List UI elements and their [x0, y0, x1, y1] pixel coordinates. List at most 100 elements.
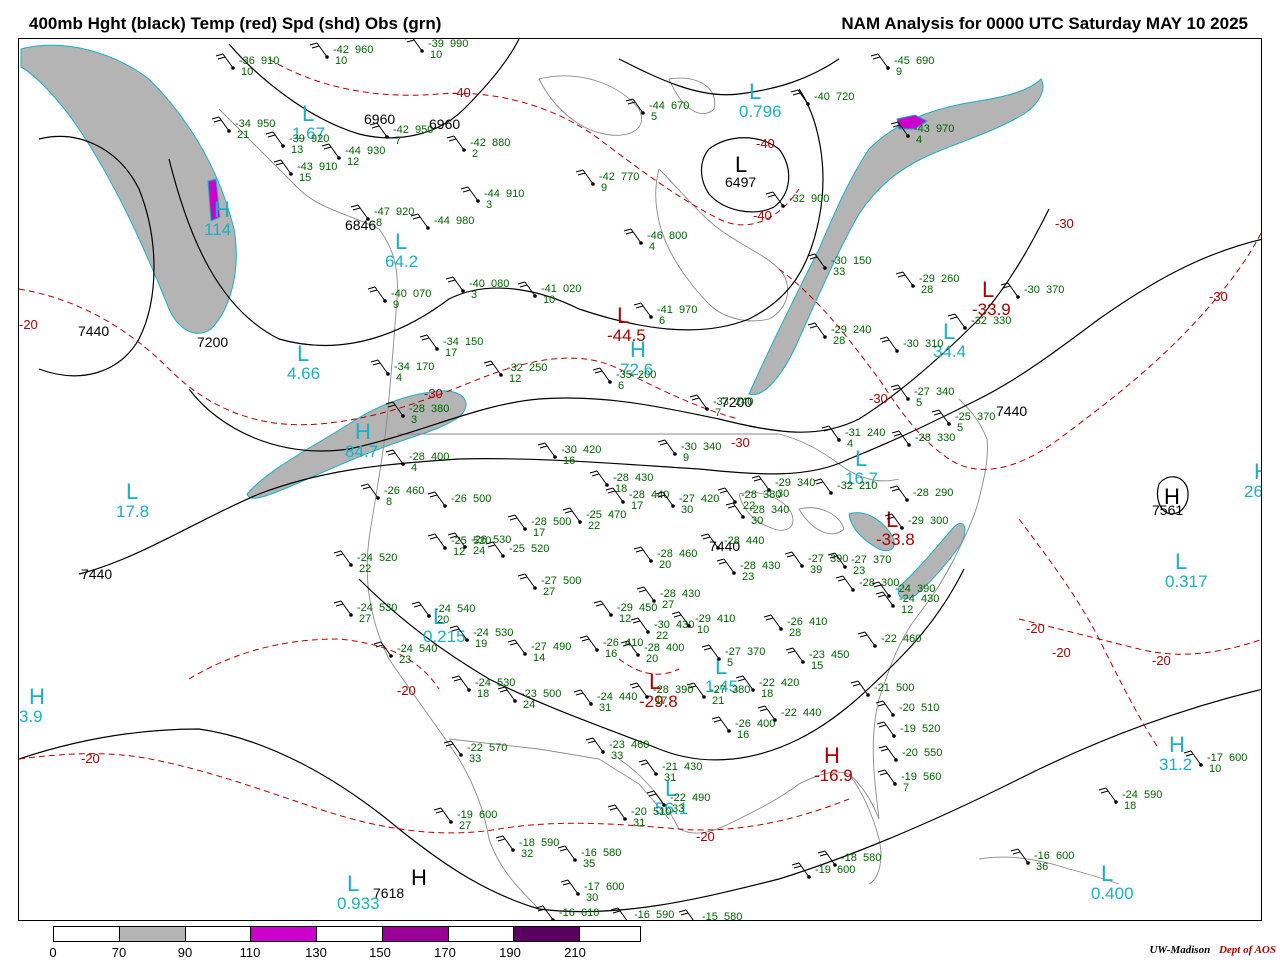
obs-dewpoint-depression: 10: [697, 624, 709, 636]
obs-dewpoint-depression: 7: [715, 407, 721, 419]
obs-dewpoint-depression: 19: [475, 638, 487, 650]
obs-height: 340: [771, 504, 789, 516]
station-obs: -46 8004: [623, 228, 687, 253]
station-obs: -42 96010: [309, 42, 373, 67]
station-observations: -36 91010-42 96010-39 99010-34 95021 -42 9507-…: [211, 39, 1247, 921]
pressure-center: L-44.5: [607, 303, 646, 345]
station-obs: -44 6705: [625, 98, 689, 123]
obs-height: 340: [936, 386, 954, 398]
wind-barb: [716, 558, 735, 574]
obs-temp: -15: [702, 911, 718, 921]
center-letter: H: [824, 743, 840, 768]
temp-minus40: [268, 58, 800, 226]
temp-label: -40: [452, 85, 471, 100]
center-letter: L: [982, 277, 994, 302]
obs-height: 910: [506, 188, 524, 200]
wind-barb: [419, 334, 438, 350]
station-obs: -28 34030: [725, 502, 789, 527]
station-obs: -39 99010: [405, 39, 468, 61]
obs-temp: -44: [434, 215, 450, 227]
center-letter: L: [302, 101, 314, 126]
obs-dewpoint-depression: 17: [631, 500, 643, 512]
wind-barb: [875, 591, 894, 607]
wind-barb: [623, 228, 642, 244]
obs-temp: -32: [837, 480, 853, 492]
obs-dewpoint-depression: 33: [469, 753, 481, 765]
obs-dewpoint-depression: 5: [727, 657, 733, 669]
pressure-center: H: [411, 865, 427, 890]
obs-dewpoint-depression: 22: [656, 630, 668, 642]
obs-dewpoint-depression: 20: [437, 614, 449, 626]
obs-dewpoint-depression: 12: [509, 373, 521, 385]
center-letter: L: [943, 319, 955, 344]
wind-barb: [537, 442, 556, 458]
wind-barb: [870, 53, 889, 69]
station-obs: -44 980: [410, 213, 474, 230]
obs-height: 300: [930, 515, 948, 527]
obs-height: 530: [497, 677, 515, 689]
obs-temp: -19: [900, 723, 916, 735]
station-obs: -20 550: [878, 745, 942, 762]
obs-height: 170: [416, 361, 434, 373]
obs-height: 600: [1056, 850, 1074, 862]
wind-barb: [427, 491, 446, 507]
station-obs: -24 52022: [333, 550, 397, 575]
obs-dewpoint-depression: 17: [533, 527, 545, 539]
obs-dewpoint-depression: 10: [335, 55, 347, 67]
wind-barb: [309, 42, 328, 58]
obs-dewpoint-depression: 9: [393, 299, 399, 311]
colorbar-segment: [119, 927, 186, 941]
obs-height: 670: [671, 100, 689, 112]
station-obs: -25 3705: [931, 409, 995, 434]
center-letter: H: [411, 865, 427, 890]
station-obs: -28 40020: [620, 640, 684, 665]
obs-height: 460: [903, 633, 921, 645]
temp-label: -20: [397, 683, 416, 698]
height-label: 6960: [429, 116, 460, 132]
obs-dewpoint-depression: 4: [649, 241, 655, 253]
obs-height: 020: [563, 283, 581, 295]
wind-barb: [625, 98, 644, 114]
colorbar-tick-label: 110: [239, 945, 261, 960]
wind-barb: [560, 879, 579, 895]
obs-height: 240: [853, 324, 871, 336]
center-letter: H: [29, 684, 45, 709]
wind-barb: [717, 487, 736, 503]
contour-7560: [19, 688, 1261, 913]
obs-dewpoint-depression: 15: [299, 172, 311, 184]
wind-barb: [751, 475, 770, 491]
wind-barb: [333, 600, 352, 616]
station-obs: -28 290: [889, 485, 953, 502]
obs-height: 460: [631, 739, 649, 751]
wind-barb: [411, 601, 430, 617]
obs-height: 400: [757, 718, 775, 730]
obs-height: 150: [465, 336, 483, 348]
obs-height: 440: [746, 535, 764, 547]
obs-height: 920: [311, 133, 329, 145]
obs-temp: -29: [908, 515, 924, 527]
wind-barb: [877, 769, 896, 785]
obs-temp: -22: [781, 707, 797, 719]
station-obs: -27 3705: [701, 644, 765, 669]
station-obs: -28 330: [891, 430, 955, 447]
height-label: 6846: [345, 217, 376, 233]
wind-barb: [785, 647, 804, 663]
obs-height: 510: [653, 806, 671, 818]
station-obs: -27 49014: [507, 639, 571, 664]
obs-height: 590: [1144, 789, 1162, 801]
wind-barb: [575, 169, 594, 185]
wind-barb: [890, 384, 909, 400]
center-letter: L: [1101, 861, 1113, 886]
obs-temp: -32: [789, 193, 805, 205]
obs-temp: -19: [815, 864, 831, 876]
obs-dewpoint-depression: 5: [651, 111, 657, 123]
pressure-center: L64.2: [385, 229, 418, 271]
obs-dewpoint-depression: 33: [833, 266, 845, 278]
obs-dewpoint-depression: 16: [605, 648, 617, 660]
obs-height: 070: [413, 288, 431, 300]
obs-dewpoint-depression: 12: [347, 156, 359, 168]
temp-label: -20: [1026, 621, 1045, 636]
station-obs: -43 91015: [273, 159, 337, 184]
obs-dewpoint-depression: 10: [543, 294, 555, 306]
station-obs: -42 7709: [575, 169, 639, 194]
